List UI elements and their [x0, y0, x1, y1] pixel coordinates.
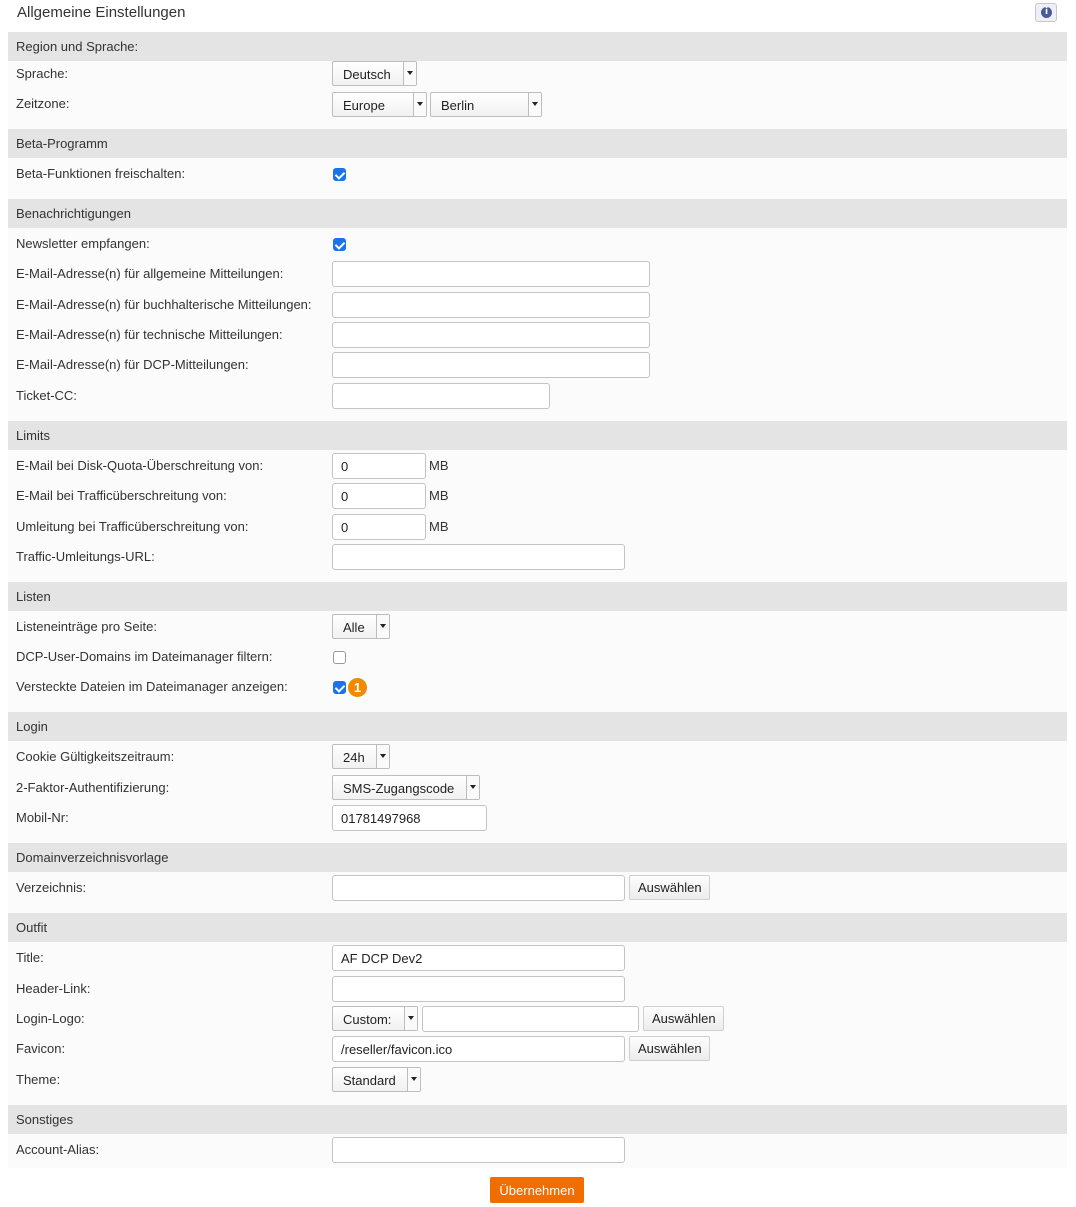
language-select[interactable]: Deutsch — [332, 61, 417, 86]
chevron-down-icon — [376, 745, 389, 768]
chevron-down-icon — [466, 776, 479, 799]
hidden-files-label: Versteckte Dateien im Dateimanager anzei… — [16, 679, 288, 694]
newsletter-label: Newsletter empfangen: — [16, 236, 150, 251]
mobile-label: Mobil-Nr: — [16, 810, 69, 825]
dcp-email-label: E-Mail-Adresse(n) für DCP-Mitteilungen: — [16, 357, 249, 372]
title-bar: Allgemeine Einstellungen — [8, 0, 1068, 26]
twofa-select[interactable]: SMS-Zugangscode — [332, 775, 480, 800]
beta-unlock-checkbox[interactable] — [333, 168, 346, 181]
theme-label: Theme: — [16, 1072, 61, 1087]
timezone-region-value: Europe — [343, 98, 385, 113]
theme-select[interactable]: Standard — [332, 1067, 421, 1092]
title-label: Title: — [16, 950, 44, 965]
newsletter-checkbox[interactable] — [333, 238, 346, 251]
page-title: Allgemeine Einstellungen — [17, 4, 186, 21]
account-alias-label: Account-Alias: — [16, 1142, 100, 1157]
timezone-region-select[interactable]: Europe — [332, 92, 427, 117]
favicon-label: Favicon: — [16, 1041, 66, 1056]
chevron-down-icon — [376, 615, 389, 638]
section-header-lists: Listen — [8, 582, 1067, 611]
technical-email-input[interactable] — [332, 322, 650, 348]
directory-label: Verzeichnis: — [16, 880, 87, 895]
chevron-down-icon — [403, 62, 416, 85]
submit-button[interactable]: Übernehmen — [490, 1177, 584, 1203]
twofa-label: 2-Faktor-Authentifizierung: — [16, 780, 170, 795]
section-header-notifications: Benachrichtigungen — [8, 199, 1067, 228]
directory-input[interactable] — [332, 875, 625, 901]
header-link-label: Header-Link: — [16, 981, 91, 996]
login-logo-select[interactable]: Custom: — [332, 1006, 418, 1031]
redirect-url-label: Traffic-Umleitungs-URL: — [16, 549, 155, 564]
traffic-redirect-label: Umleitung bei Trafficüberschreitung von: — [16, 519, 249, 534]
beta-unlock-label: Beta-Funktionen freischalten: — [16, 166, 186, 181]
info-icon[interactable] — [1035, 3, 1057, 22]
per-page-value: Alle — [343, 620, 365, 635]
login-logo-choose-button[interactable]: Auswählen — [643, 1006, 724, 1031]
general-email-input[interactable] — [332, 261, 650, 287]
per-page-label: Listeneinträge pro Seite: — [16, 619, 157, 634]
section-header-beta: Beta-Programm — [8, 129, 1067, 158]
section-header-limits: Limits — [8, 421, 1067, 450]
language-label: Sprache: — [16, 66, 69, 81]
favicon-choose-button[interactable]: Auswählen — [629, 1036, 710, 1061]
section-header-domain-template: Domainverzeichnisvorlage — [8, 843, 1067, 872]
timezone-city-value: Berlin — [441, 98, 475, 113]
ticket-cc-label: Ticket-CC: — [16, 388, 77, 403]
twofa-value: SMS-Zugangscode — [343, 781, 455, 796]
per-page-select[interactable]: Alle — [332, 614, 390, 639]
accounting-email-label: E-Mail-Adresse(n) für buchhalterische Mi… — [16, 297, 312, 312]
disk-quota-label: E-Mail bei Disk-Quota-Überschreitung von… — [16, 458, 264, 473]
filter-domains-checkbox[interactable] — [333, 651, 346, 664]
section-header-misc: Sonstiges — [8, 1105, 1067, 1134]
timezone-city-select[interactable]: Berlin — [430, 92, 542, 117]
cookie-select[interactable]: 24h — [332, 744, 390, 769]
directory-choose-button[interactable]: Auswählen — [629, 875, 710, 900]
ticket-cc-input[interactable] — [332, 383, 550, 409]
mobile-input[interactable] — [332, 805, 487, 831]
traffic-redirect-unit: MB — [429, 519, 449, 534]
login-logo-input[interactable] — [422, 1006, 639, 1032]
traffic-mail-label: E-Mail bei Trafficüberschreitung von: — [16, 488, 227, 503]
cookie-value: 24h — [343, 750, 365, 765]
filter-domains-label: DCP-User-Domains im Dateimanager filtern… — [16, 649, 273, 664]
dcp-email-input[interactable] — [332, 352, 650, 378]
language-select-value: Deutsch — [343, 67, 391, 82]
settings-panel: Region und Sprache: Sprache: Deutsch Zei… — [8, 32, 1067, 1168]
header-link-input[interactable] — [332, 976, 625, 1002]
disk-quota-input[interactable] — [332, 453, 426, 479]
account-alias-input[interactable] — [332, 1137, 625, 1163]
section-header-outfit: Outfit — [8, 913, 1067, 942]
timezone-label: Zeitzone: — [16, 96, 70, 111]
traffic-redirect-input[interactable] — [332, 514, 426, 540]
technical-email-label: E-Mail-Adresse(n) für technische Mitteil… — [16, 327, 283, 342]
chevron-down-icon — [407, 1068, 420, 1091]
chevron-down-icon — [528, 93, 541, 116]
login-logo-label: Login-Logo: — [16, 1011, 85, 1026]
traffic-mail-unit: MB — [429, 488, 449, 503]
favicon-input[interactable] — [332, 1036, 625, 1062]
section-header-region: Region und Sprache: — [8, 32, 1067, 61]
theme-value: Standard — [343, 1073, 396, 1088]
redirect-url-input[interactable] — [332, 544, 625, 570]
login-logo-mode-value: Custom: — [343, 1012, 392, 1027]
cookie-label: Cookie Gültigkeitszeitraum: — [16, 749, 175, 764]
hidden-files-checkbox[interactable] — [333, 681, 346, 694]
chevron-down-icon — [404, 1007, 417, 1030]
title-input[interactable] — [332, 945, 625, 971]
section-header-login: Login — [8, 712, 1067, 741]
disk-quota-unit: MB — [429, 458, 449, 473]
general-email-label: E-Mail-Adresse(n) für allgemeine Mitteil… — [16, 266, 284, 281]
callout-badge: 1 — [348, 678, 367, 697]
accounting-email-input[interactable] — [332, 292, 650, 318]
traffic-mail-input[interactable] — [332, 483, 426, 509]
chevron-down-icon — [413, 93, 426, 116]
